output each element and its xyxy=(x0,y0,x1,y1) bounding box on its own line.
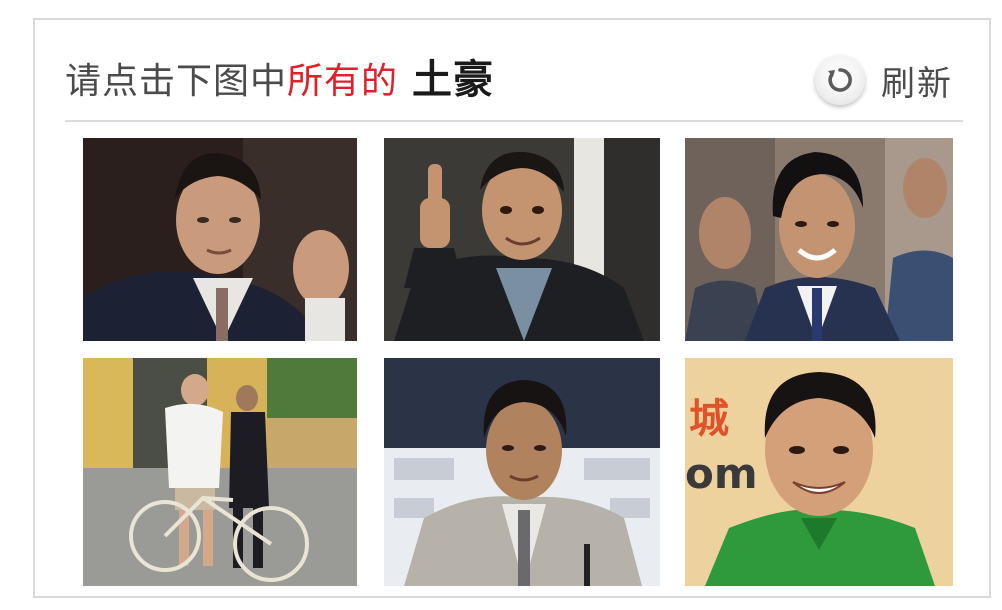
refresh-icon[interactable] xyxy=(815,55,865,105)
prompt-target: 土豪 xyxy=(412,56,495,103)
photo-tile-1[interactable] xyxy=(83,138,357,341)
captcha-header: 请点击下图中所有的 土豪 刷新 xyxy=(65,30,963,122)
prompt-lead: 请点击下图中 xyxy=(65,61,288,102)
photo-tile-6[interactable]: 城 om xyxy=(685,358,953,586)
tile-6-sign-text-1: 城 xyxy=(689,396,729,442)
prompt-highlight: 所有的 xyxy=(287,61,399,102)
captcha-panel: 请点击下图中所有的 土豪 刷新 城 om xyxy=(33,18,991,598)
refresh-label[interactable]: 刷新 xyxy=(881,56,953,105)
refresh-button[interactable]: 刷新 xyxy=(815,54,953,106)
photo-tile-3[interactable] xyxy=(685,138,953,341)
photo-tile-5[interactable] xyxy=(384,358,660,586)
photo-tile-4[interactable] xyxy=(83,358,357,586)
tile-6-sign-text-2: om xyxy=(685,449,758,498)
captcha-prompt: 请点击下图中所有的 土豪 xyxy=(65,56,494,106)
photo-tile-2[interactable] xyxy=(384,138,660,341)
